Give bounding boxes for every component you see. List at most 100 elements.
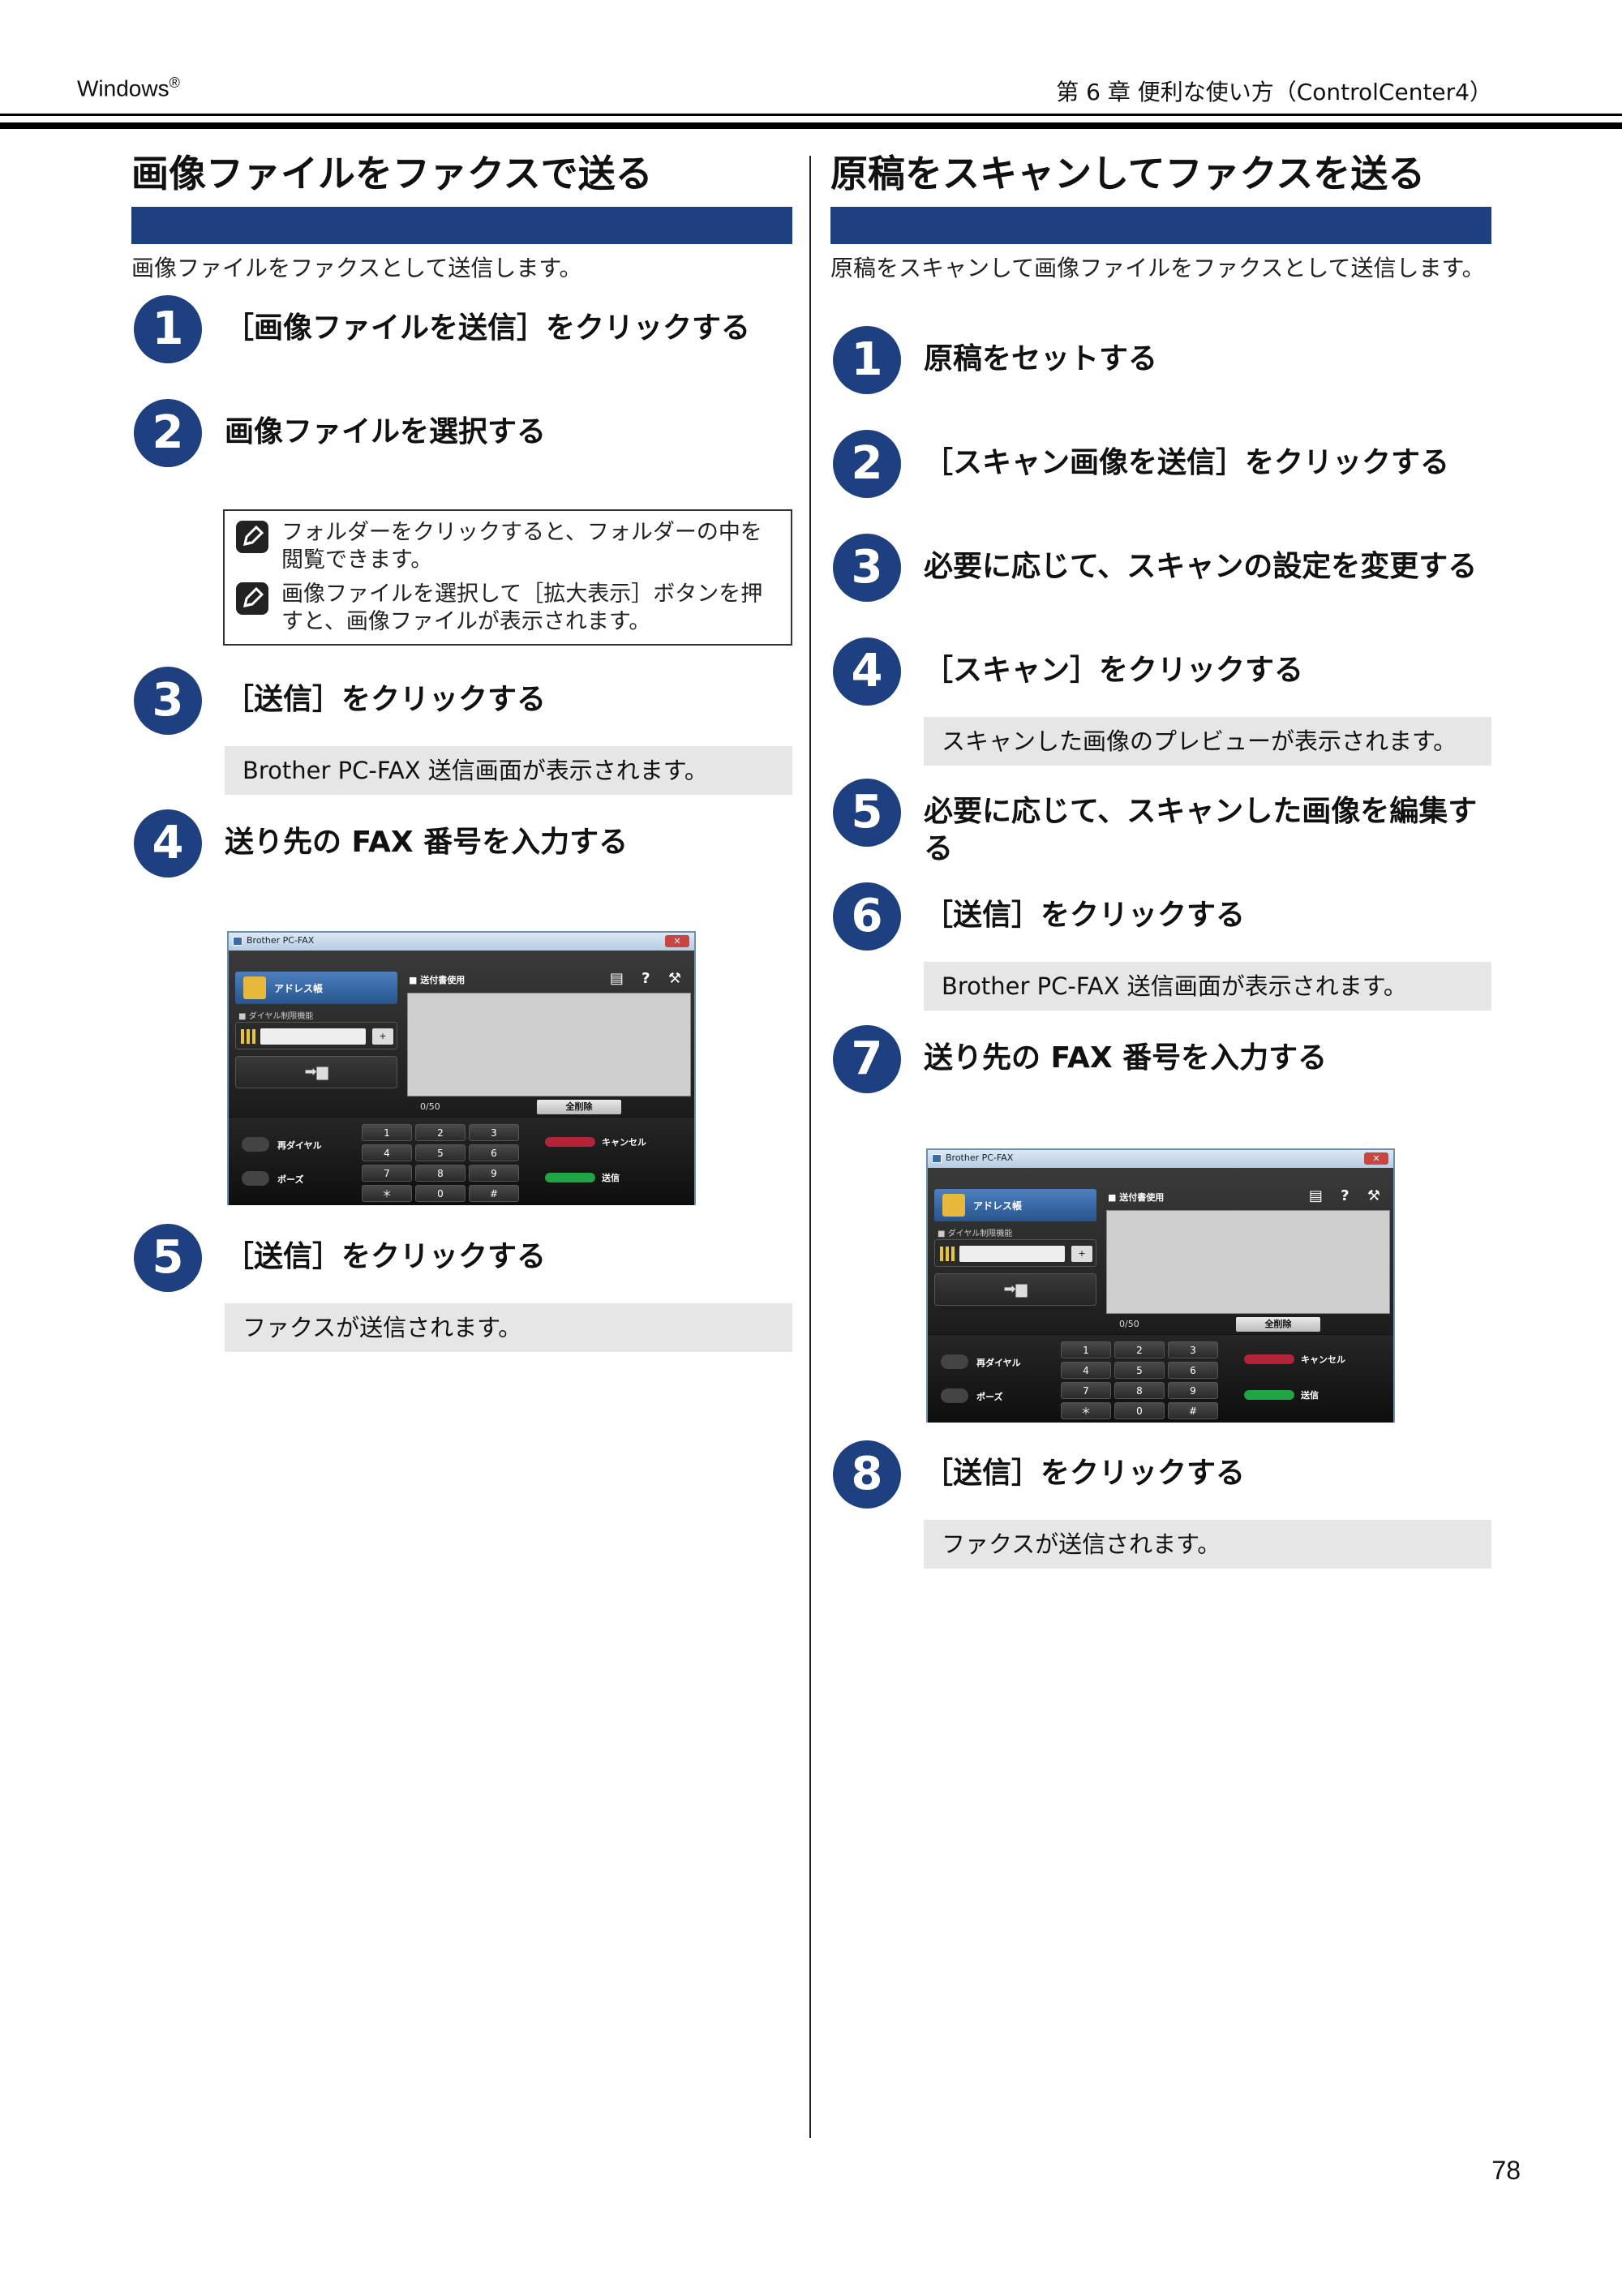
step-text: 必要に応じて、スキャンした画像を編集する: [924, 795, 1478, 865]
step-result: Brother PC-FAX 送信画面が表示されます。: [924, 962, 1491, 1011]
step-result: ファクスが送信されます。: [924, 1520, 1491, 1569]
clear-all-button[interactable]: 全削除: [537, 1100, 621, 1114]
key-3[interactable]: 3: [1168, 1341, 1218, 1358]
key-6[interactable]: 6: [469, 1144, 519, 1161]
fax-number-input[interactable]: [260, 1028, 366, 1045]
address-book-button[interactable]: アドレス帳: [235, 972, 397, 1004]
step-text: ［スキャン画像を送信］をクリックする: [924, 446, 1450, 479]
fax-upper-panel: アドレス帳 ■ ダイヤル制限機能 + ➡▆ ■ 送付書使用 ▤ ? ⚒ 0/50…: [928, 1168, 1393, 1334]
close-button[interactable]: ✕: [1364, 1152, 1388, 1165]
step-text: ［画像ファイルを送信］をクリックする: [225, 311, 751, 345]
address-book-button[interactable]: アドレス帳: [934, 1189, 1096, 1221]
clear-all-button[interactable]: 全削除: [1236, 1317, 1320, 1332]
step-number: 6: [833, 882, 901, 951]
key-7[interactable]: 7: [362, 1165, 412, 1182]
key-9[interactable]: 9: [469, 1165, 519, 1182]
window-titlebar: Brother PC-FAX: [928, 1150, 1393, 1168]
fax-number-input[interactable]: [959, 1246, 1065, 1262]
key-star[interactable]: ＊: [362, 1185, 412, 1202]
header-rule-thick: [0, 122, 1622, 129]
step-number: 5: [134, 1224, 202, 1292]
key-8[interactable]: 8: [415, 1165, 466, 1182]
redial-button[interactable]: [941, 1354, 968, 1369]
address-book-icon: [942, 1194, 965, 1217]
key-hash[interactable]: #: [469, 1185, 519, 1202]
recipient-count: 0/50: [420, 1101, 440, 1112]
fax-lower-panel: 再ダイヤル ポーズ 1 2 3 4 5 6 7 8 9 ＊ 0 # キャンセル …: [928, 1335, 1393, 1423]
window-icon: [233, 937, 242, 946]
step-number: 2: [134, 399, 202, 467]
memo-icon: [236, 582, 268, 615]
step-text: 必要に応じて、スキャンの設定を変更する: [924, 550, 1478, 583]
key-0[interactable]: 0: [1114, 1402, 1165, 1419]
keypad-icon: [940, 1247, 955, 1261]
key-4[interactable]: 4: [1061, 1362, 1111, 1379]
key-9[interactable]: 9: [1168, 1382, 1218, 1399]
key-4[interactable]: 4: [362, 1144, 412, 1161]
dial-lock-checkbox[interactable]: ■ ダイヤル制限機能: [938, 1226, 1012, 1238]
add-recipient-button[interactable]: ➡▆: [235, 1056, 397, 1088]
note-text: 画像ファイルを選択して［拡大表示］ボタンを押すと、画像ファイルが表示されます。: [281, 582, 763, 634]
step-number: 3: [833, 534, 901, 602]
section-title-bar: [830, 207, 1491, 244]
pause-button[interactable]: [941, 1388, 968, 1403]
step-result: スキャンした画像のプレビューが表示されます。: [924, 717, 1491, 766]
step-number: 1: [134, 295, 202, 363]
recipient-list: [407, 993, 691, 1097]
key-star[interactable]: ＊: [1061, 1402, 1111, 1419]
key-5[interactable]: 5: [1114, 1362, 1165, 1379]
section-intro: 画像ファイルをファクスとして送信します。: [131, 255, 582, 281]
step-number: 5: [833, 779, 901, 847]
add-number-button[interactable]: +: [372, 1028, 393, 1045]
key-3[interactable]: 3: [469, 1124, 519, 1141]
fax-upper-panel: アドレス帳 ■ ダイヤル制限機能 + ➡▆ ■ 送付書使用 ▤ ? ⚒ 0/50…: [229, 951, 694, 1117]
pause-button[interactable]: [242, 1171, 269, 1186]
window-icon: [932, 1154, 942, 1163]
key-1[interactable]: 1: [362, 1124, 412, 1141]
redial-button[interactable]: [242, 1137, 269, 1152]
key-6[interactable]: 6: [1168, 1362, 1218, 1379]
step-number: 7: [833, 1025, 901, 1093]
step-text: ［送信］をクリックする: [924, 1457, 1246, 1490]
redial-label: 再ダイヤル: [277, 1140, 322, 1151]
step-result: Brother PC-FAX 送信画面が表示されます。: [225, 746, 792, 795]
cover-sheet-checkbox[interactable]: ■ 送付書使用: [1108, 1191, 1164, 1204]
pause-label: ポーズ: [976, 1392, 1003, 1402]
section-title-bar: [131, 207, 792, 244]
step-number: 4: [833, 637, 901, 706]
send-button[interactable]: [545, 1173, 595, 1182]
key-2[interactable]: 2: [1114, 1341, 1165, 1358]
cancel-button[interactable]: [545, 1137, 595, 1147]
cover-sheet-checkbox[interactable]: ■ 送付書使用: [409, 973, 465, 986]
key-7[interactable]: 7: [1061, 1382, 1111, 1399]
dial-lock-checkbox[interactable]: ■ ダイヤル制限機能: [238, 1009, 313, 1021]
running-header-left: Windows®: [77, 75, 180, 101]
toolbar-icons[interactable]: ▤ ? ⚒: [610, 970, 688, 987]
section-intro: 原稿をスキャンして画像ファイルをファクスとして送信します。: [830, 255, 1485, 281]
window-titlebar: Brother PC-FAX: [229, 933, 694, 951]
key-8[interactable]: 8: [1114, 1382, 1165, 1399]
fax-number-field: +: [934, 1239, 1096, 1267]
cancel-button[interactable]: [1244, 1354, 1294, 1364]
recipient-count: 0/50: [1119, 1319, 1139, 1329]
key-1[interactable]: 1: [1061, 1341, 1111, 1358]
close-button[interactable]: ✕: [665, 935, 689, 947]
note-item: フォルダーをクリックすると、フォルダーの中を閲覧できます。: [236, 519, 779, 574]
registered-mark: ®: [169, 75, 180, 91]
add-recipient-button[interactable]: ➡▆: [934, 1273, 1096, 1306]
key-hash[interactable]: #: [1168, 1402, 1218, 1419]
send-button[interactable]: [1244, 1390, 1294, 1400]
add-number-button[interactable]: +: [1071, 1246, 1092, 1262]
send-label: 送信: [602, 1173, 620, 1183]
cancel-label: キャンセル: [602, 1137, 646, 1148]
pc-fax-window: Brother PC-FAX ✕ アドレス帳 ■ ダイヤル制限機能 + ➡▆ ■…: [227, 931, 696, 1205]
toolbar-icons[interactable]: ▤ ? ⚒: [1309, 1187, 1387, 1204]
key-2[interactable]: 2: [415, 1124, 466, 1141]
dial-keypad: 1 2 3 4 5 6 7 8 9 ＊ 0 #: [1061, 1341, 1220, 1419]
key-5[interactable]: 5: [415, 1144, 466, 1161]
key-0[interactable]: 0: [415, 1185, 466, 1202]
send-label: 送信: [1301, 1390, 1319, 1401]
step-text: ［送信］をクリックする: [225, 1240, 547, 1273]
dial-keypad: 1 2 3 4 5 6 7 8 9 ＊ 0 #: [362, 1124, 521, 1202]
section-title: 原稿をスキャンしてファクスを送る: [830, 152, 1426, 195]
